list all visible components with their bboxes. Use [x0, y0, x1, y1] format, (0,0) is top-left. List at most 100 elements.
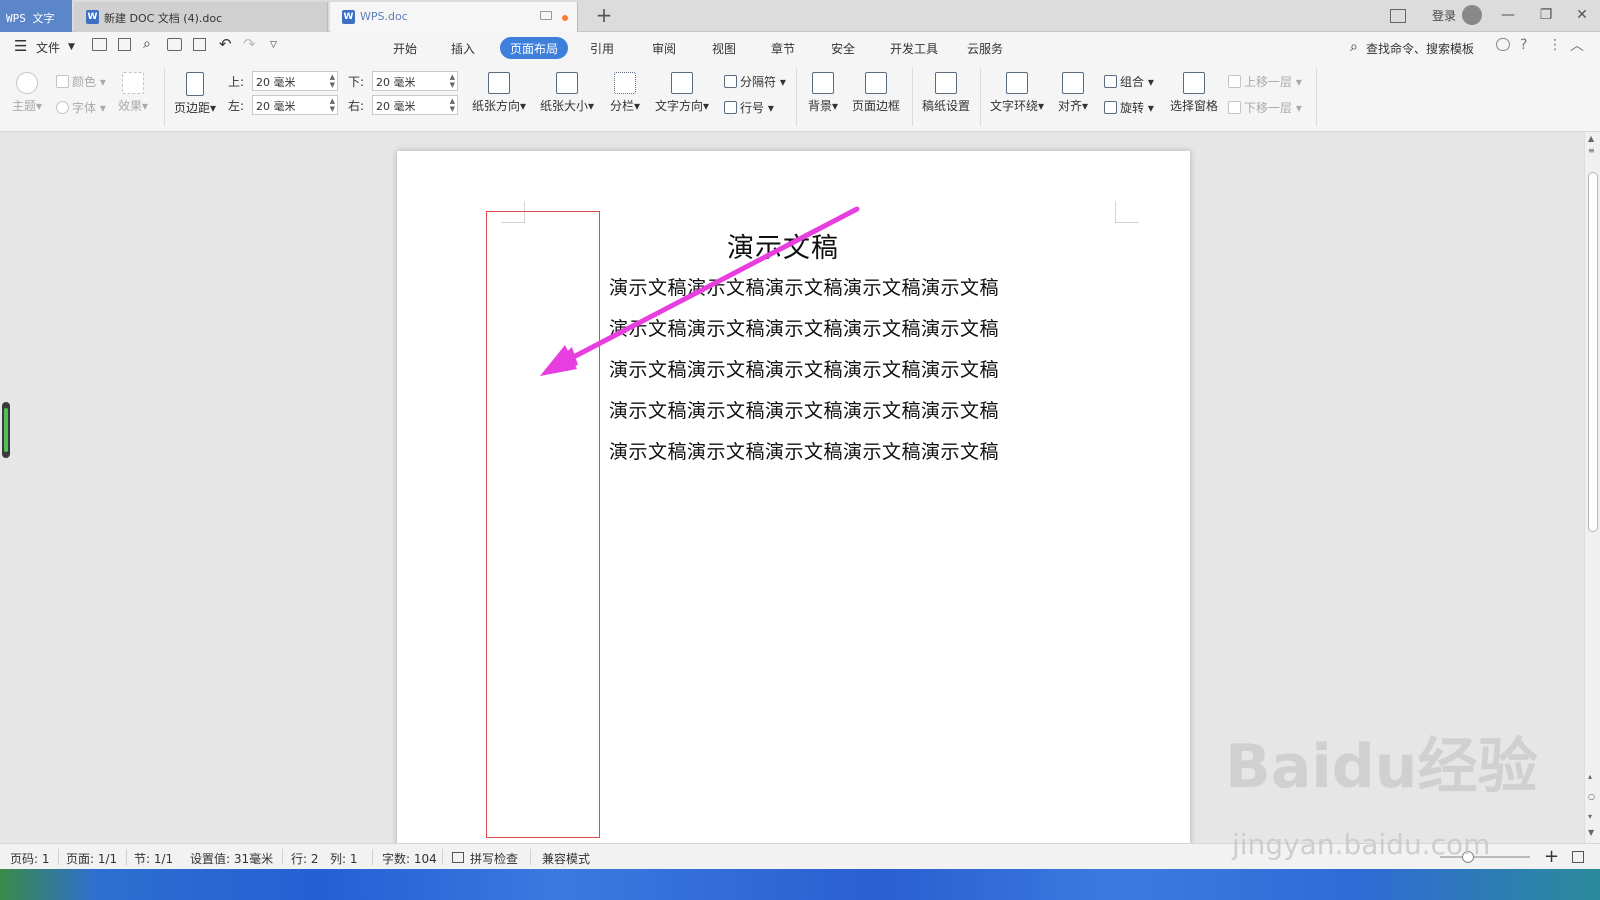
columns-button[interactable]: 分栏▾ [610, 72, 640, 114]
align-button[interactable]: 对齐▾ [1058, 72, 1088, 114]
new-tab-button[interactable]: + [592, 4, 616, 28]
color-icon [56, 75, 69, 88]
document-tab-new-doc[interactable]: W 新建 DOC 文档 (4).doc [74, 2, 372, 32]
selection-pane-button[interactable]: 选择窗格 [1170, 72, 1218, 114]
send-backward-button[interactable]: 下移一层 ▾ [1228, 99, 1302, 116]
paper-size-button[interactable]: 纸张大小▾ [540, 72, 594, 114]
theme-button[interactable]: 主题▾ [12, 72, 42, 114]
margin-right-input[interactable]: 20 毫米 ▲ ▼ [372, 95, 458, 115]
spinner-icon[interactable]: ▲ ▼ [450, 97, 455, 113]
tab-developer[interactable]: 开发工具 [880, 37, 948, 59]
previous-page-icon[interactable]: ▴ [1588, 772, 1592, 781]
select-browse-object-icon[interactable]: ○ [1588, 792, 1595, 801]
tab-view[interactable]: 视图 [702, 37, 746, 59]
vertical-scrollbar[interactable]: ▲ ≡ ▴ ○ ▾ ▼ [1584, 132, 1600, 843]
zoom-in-button[interactable]: + [1544, 846, 1559, 867]
scrollbar-thumb[interactable] [1588, 172, 1598, 532]
status-word-count[interactable]: 字数: 104 [382, 850, 437, 867]
margin-top-input[interactable]: 20 毫米 ▲ ▼ [252, 71, 338, 91]
zoom-slider-knob[interactable] [1462, 851, 1474, 863]
maximize-button[interactable]: ❐ [1530, 4, 1562, 26]
zoom-slider[interactable] [1440, 856, 1530, 858]
line-numbers-button[interactable]: 行号 ▾ [724, 99, 774, 116]
margin-right-value: 20 毫米 [376, 100, 416, 113]
document-paragraph-line[interactable]: 演示文稿演示文稿演示文稿演示文稿演示文稿 [609, 314, 999, 341]
spinner-icon[interactable]: ▲ ▼ [330, 97, 335, 113]
monitor-icon[interactable] [540, 11, 552, 20]
text-direction-label: 文字方向 [655, 99, 704, 113]
close-button[interactable]: ✕ [1566, 4, 1598, 26]
customize-quick-access-icon[interactable]: ▽ [270, 40, 277, 50]
orientation-button[interactable]: 纸张方向▾ [472, 72, 526, 114]
corner-mark-top-right [1115, 201, 1139, 223]
document-page[interactable]: 演示文稿 演示文稿演示文稿演示文稿演示文稿演示文稿 演示文稿演示文稿演示文稿演示… [397, 151, 1190, 843]
spinner-icon[interactable]: ▲ ▼ [450, 73, 455, 89]
hamburger-icon[interactable]: ☰ [14, 37, 27, 55]
margin-bottom-input[interactable]: 20 毫米 ▲ ▼ [372, 71, 458, 91]
margin-top-label: 上: [228, 75, 245, 89]
tab-security[interactable]: 安全 [821, 37, 865, 59]
scroll-top-icon[interactable]: ≡ [1588, 146, 1595, 155]
rotate-icon [1104, 101, 1117, 114]
document-paragraph-line[interactable]: 演示文稿演示文稿演示文稿演示文稿演示文稿 [609, 396, 999, 423]
scroll-down-icon[interactable]: ▼ [1588, 828, 1594, 837]
print-icon[interactable] [167, 38, 182, 51]
bring-forward-button[interactable]: 上移一层 ▾ [1228, 73, 1302, 90]
side-panel-handle[interactable] [2, 402, 10, 458]
redo-icon[interactable]: ↷ [243, 35, 256, 53]
document-paragraph-line[interactable]: 演示文稿演示文稿演示文稿演示文稿演示文稿 [609, 437, 999, 464]
search-icon[interactable]: ⌕ [1350, 39, 1358, 55]
manuscript-settings-button[interactable]: 稿纸设置 [922, 72, 970, 114]
rotate-button[interactable]: 旋转 ▾ [1104, 99, 1154, 116]
save-icon[interactable] [118, 38, 131, 51]
scroll-up-icon[interactable]: ▲ [1588, 134, 1594, 143]
document-workspace[interactable]: 演示文稿 演示文稿演示文稿演示文稿演示文稿演示文稿 演示文稿演示文稿演示文稿演示… [0, 132, 1584, 843]
feedback-icon[interactable] [1496, 38, 1510, 51]
undo-icon[interactable]: ↶ [219, 35, 232, 53]
document-paragraph-line[interactable]: 演示文稿演示文稿演示文稿演示文稿演示文稿 [609, 273, 999, 300]
breaks-button[interactable]: 分隔符 ▾ [724, 73, 786, 90]
effect-button[interactable]: 效果▾ [118, 72, 148, 114]
more-icon[interactable]: ⋮ [1548, 37, 1562, 53]
file-menu[interactable]: 文件 [36, 39, 60, 56]
minimize-button[interactable]: — [1492, 4, 1524, 26]
chevron-down-icon[interactable]: ▼ [68, 42, 75, 52]
group-button[interactable]: 组合 ▾ [1104, 73, 1154, 90]
color-button[interactable]: 颜色 ▾ [56, 73, 106, 90]
tab-home[interactable]: 开始 [383, 37, 427, 59]
margins-button[interactable]: 页边距▾ [174, 72, 216, 116]
background-button[interactable]: 背景▾ [808, 72, 838, 114]
effect-icon [122, 72, 145, 94]
page-border-button[interactable]: 页面边框 [852, 72, 900, 114]
find-icon[interactable]: ⌕ [143, 36, 151, 52]
login-link[interactable]: 登录 [1432, 7, 1456, 24]
tab-review[interactable]: 审阅 [642, 37, 686, 59]
wps-doc-icon: W [86, 10, 99, 24]
layout-icon[interactable] [1390, 9, 1406, 23]
divider [980, 68, 981, 126]
open-folder-icon[interactable] [92, 38, 107, 51]
text-direction-button[interactable]: 文字方向▾ [655, 72, 709, 114]
document-title[interactable]: 演示文稿 [727, 226, 839, 265]
margin-left-input[interactable]: 20 毫米 ▲ ▼ [252, 95, 338, 115]
tab-chapter[interactable]: 章节 [761, 37, 805, 59]
next-page-icon[interactable]: ▾ [1588, 812, 1592, 821]
command-search[interactable]: 查找命令、搜索模板 [1366, 40, 1474, 57]
tab-references[interactable]: 引用 [580, 37, 624, 59]
text-wrap-button[interactable]: 文字环绕▾ [990, 72, 1044, 114]
tab-page-layout[interactable]: 页面布局 [500, 37, 569, 59]
compatibility-mode-label: 兼容模式 [542, 852, 591, 866]
spell-check-toggle[interactable]: 拼写检查 [470, 850, 518, 867]
app-tab-wps-writer[interactable]: WPS 文字 [0, 0, 72, 32]
tab-insert[interactable]: 插入 [441, 37, 485, 59]
tab-cloud-services[interactable]: 云服务 [957, 37, 1013, 59]
fullscreen-icon[interactable] [1572, 851, 1584, 863]
avatar[interactable] [1462, 5, 1482, 25]
document-paragraph-line[interactable]: 演示文稿演示文稿演示文稿演示文稿演示文稿 [609, 355, 999, 382]
collapse-ribbon-icon[interactable]: ︿ [1570, 35, 1584, 55]
font-button[interactable]: 字体 ▾ [56, 99, 106, 116]
document-tab-wps-doc[interactable]: W WPS.doc [330, 2, 578, 32]
print-preview-icon[interactable] [193, 38, 206, 51]
spinner-icon[interactable]: ▲ ▼ [330, 73, 335, 89]
help-icon[interactable]: ? [1520, 37, 1527, 53]
